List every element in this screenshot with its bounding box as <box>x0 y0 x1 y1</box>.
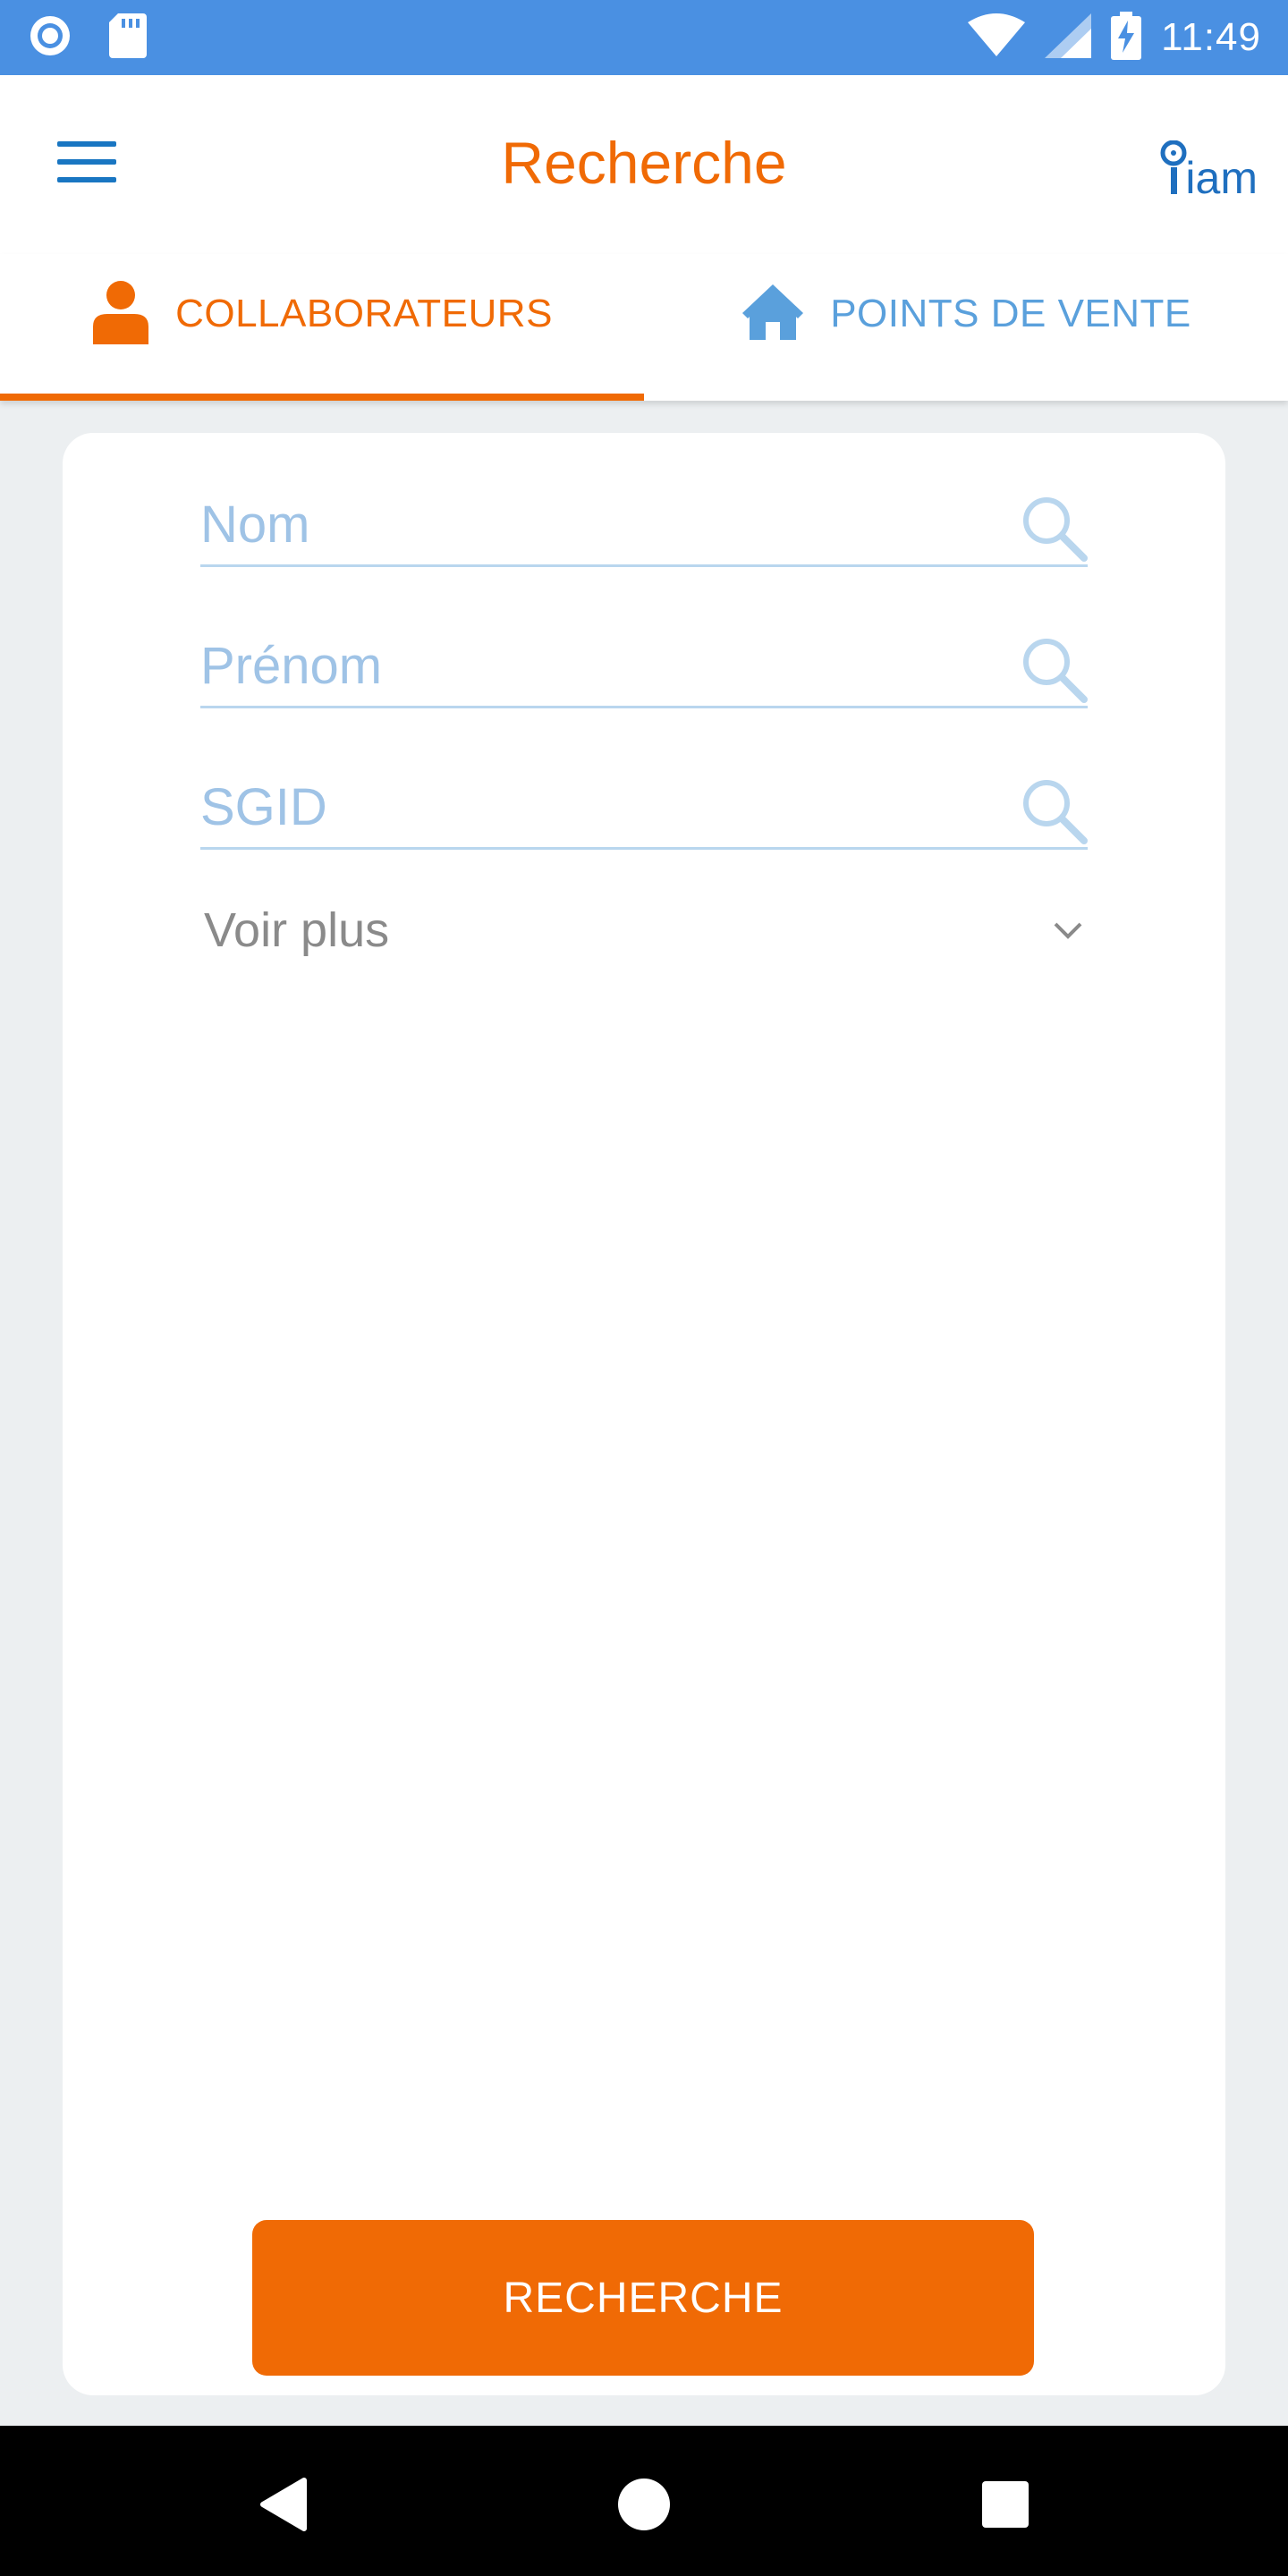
home-icon <box>741 283 805 346</box>
prenom-input[interactable] <box>200 628 987 703</box>
person-icon <box>91 280 150 349</box>
voir-plus-label: Voir plus <box>204 903 390 957</box>
sd-card-icon <box>109 13 147 63</box>
system-nav-bar <box>0 2426 1288 2576</box>
search-icon[interactable] <box>1020 635 1088 703</box>
page-title: Recherche <box>501 130 787 196</box>
voir-plus-toggle[interactable]: Voir plus <box>204 894 1091 966</box>
tab-label: COLLABORATEURS <box>175 292 553 335</box>
signal-icon <box>1045 13 1092 63</box>
chevron-down-icon <box>1052 919 1084 941</box>
sgid-field <box>200 769 1088 850</box>
battery-charging-icon <box>1111 11 1142 64</box>
sgid-input[interactable] <box>200 769 987 844</box>
tab-collaborateurs[interactable]: COLLABORATEURS <box>0 254 644 401</box>
recherche-button[interactable]: RECHERCHE <box>252 2220 1034 2376</box>
recents-button[interactable] <box>970 2470 1041 2542</box>
home-button[interactable] <box>608 2470 680 2542</box>
status-bar: 11:49 <box>0 0 1288 75</box>
back-icon <box>258 2477 308 2537</box>
prenom-field <box>200 628 1088 708</box>
nom-field <box>200 487 1088 567</box>
logo-text: iam <box>1185 153 1258 203</box>
active-tab-indicator <box>0 394 644 401</box>
wifi-icon <box>968 13 1026 63</box>
search-icon[interactable] <box>1020 776 1088 844</box>
nom-input[interactable] <box>200 487 987 562</box>
status-right-icons: 11:49 <box>968 11 1261 64</box>
search-icon[interactable] <box>1020 494 1088 562</box>
recents-icon <box>980 2479 1030 2534</box>
app-bar: Recherche iam <box>0 75 1288 254</box>
record-icon <box>27 13 73 64</box>
tab-bar: COLLABORATEURS POINTS DE VENTE <box>0 254 1288 401</box>
tab-label: POINTS DE VENTE <box>830 292 1191 335</box>
app-logo: iam <box>1160 129 1258 200</box>
back-button[interactable] <box>247 2470 318 2542</box>
status-time: 11:49 <box>1161 15 1261 59</box>
status-left-icons <box>27 13 147 64</box>
tab-points-de-vente[interactable]: POINTS DE VENTE <box>644 254 1288 401</box>
home-circle-icon <box>616 2477 672 2537</box>
search-card: Voir plus RECHERCHE <box>63 433 1225 2395</box>
